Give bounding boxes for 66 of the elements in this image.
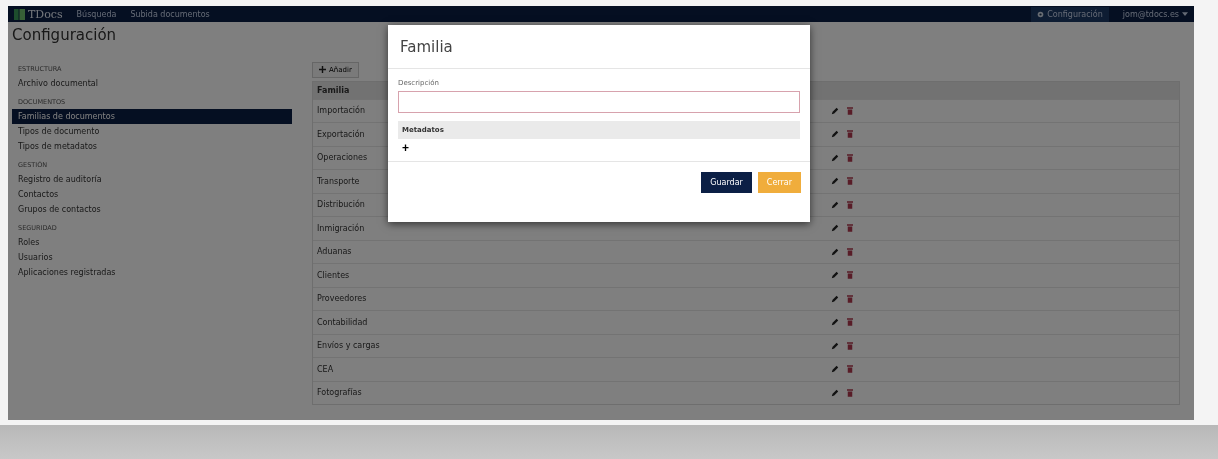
edit-icon[interactable]	[831, 177, 839, 186]
table-cell: Clientes	[317, 270, 350, 280]
delete-icon[interactable]	[847, 247, 853, 256]
table-cell: Exportación	[317, 129, 365, 139]
plus-icon	[319, 66, 326, 73]
sidebar-item[interactable]: Usuarios	[12, 250, 292, 265]
description-field[interactable]	[398, 91, 800, 113]
nav-link[interactable]: Búsqueda	[76, 9, 117, 19]
delete-icon[interactable]	[847, 318, 853, 327]
modal-title: Familia	[400, 38, 453, 56]
table-cell: Transporte	[317, 176, 360, 186]
brand-name: TDocs	[28, 7, 63, 21]
delete-icon[interactable]	[847, 224, 853, 233]
edit-icon[interactable]	[831, 106, 839, 115]
caret-icon	[1182, 12, 1188, 16]
edit-icon[interactable]	[831, 294, 839, 303]
delete-icon[interactable]	[847, 271, 853, 280]
settings-label: Configuración	[1047, 9, 1103, 19]
sidebar-item[interactable]: Aplicaciones registradas	[12, 265, 292, 280]
table-cell: Contabilidad	[317, 317, 368, 327]
table-cell: Aduanas	[317, 247, 352, 257]
save-button[interactable]: Guardar	[701, 172, 752, 193]
delete-icon[interactable]	[847, 106, 853, 115]
brand-logo[interactable]: TDocs	[14, 7, 63, 21]
add-metadata-button[interactable]: +	[398, 141, 413, 155]
table-cell: Distribución	[317, 200, 365, 210]
table-cell: CEA	[317, 364, 334, 374]
delete-icon[interactable]	[847, 200, 853, 209]
user-menu[interactable]: jom@tdocs.es	[1122, 9, 1188, 19]
sidebar-item[interactable]: Registro de auditoría	[12, 172, 292, 187]
table-cell: Fotografías	[317, 388, 362, 398]
delete-icon[interactable]	[847, 365, 853, 374]
sidebar-item[interactable]: Grupos de contactos	[12, 202, 292, 217]
sidebar-item[interactable]: Tipos de documento	[12, 124, 292, 139]
settings-icon	[1037, 10, 1045, 18]
table-cell: Envíos y cargas	[317, 341, 380, 351]
settings-link[interactable]: Configuración	[1031, 6, 1109, 22]
page-title: Configuración	[12, 26, 118, 44]
sidebar-item[interactable]: Archivo documental	[12, 76, 292, 91]
edit-icon[interactable]	[831, 130, 839, 139]
sidebar-item[interactable]: Contactos	[12, 187, 292, 202]
delete-icon[interactable]	[847, 177, 853, 186]
nav-link[interactable]: Subida documentos	[130, 9, 210, 19]
table-cell: Importación	[317, 106, 366, 116]
edit-icon[interactable]	[831, 271, 839, 280]
edit-icon[interactable]	[831, 365, 839, 374]
sidebar-item[interactable]: Tipos de metadatos	[12, 139, 292, 154]
edit-icon[interactable]	[831, 341, 839, 350]
edit-icon[interactable]	[831, 388, 839, 397]
edit-icon[interactable]	[831, 153, 839, 162]
table-cell: Operaciones	[317, 153, 368, 163]
edit-icon[interactable]	[831, 200, 839, 209]
edit-icon[interactable]	[831, 224, 839, 233]
delete-icon[interactable]	[847, 294, 853, 303]
table-cell: Inmigración	[317, 223, 365, 233]
sidebar-item[interactable]: Familias de documentos	[12, 109, 292, 124]
delete-icon[interactable]	[847, 341, 853, 350]
delete-icon[interactable]	[847, 130, 853, 139]
table-cell: Proveedores	[317, 294, 367, 304]
edit-icon[interactable]	[831, 247, 839, 256]
logo-icon	[14, 8, 25, 20]
delete-icon[interactable]	[847, 153, 853, 162]
delete-icon[interactable]	[847, 388, 853, 397]
column-header: Familia	[317, 85, 350, 95]
sidebar-item[interactable]: Roles	[12, 235, 292, 250]
edit-icon[interactable]	[831, 318, 839, 327]
